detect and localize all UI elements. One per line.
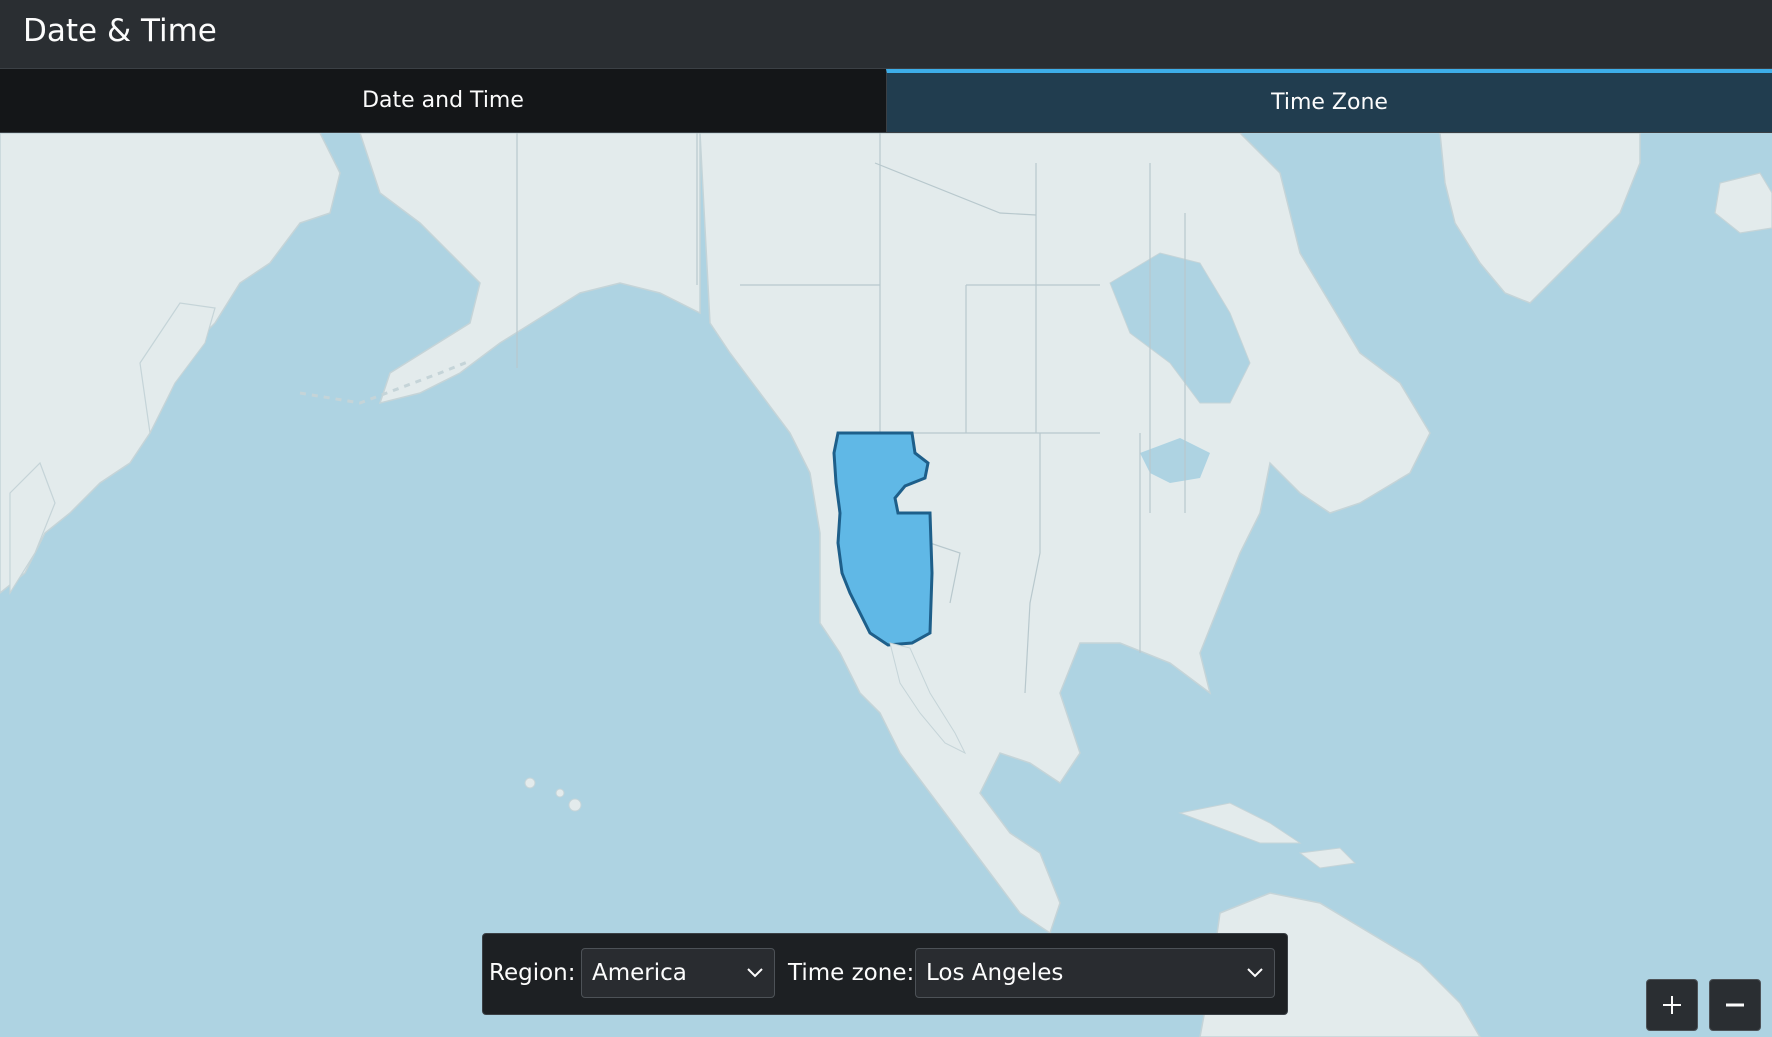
minus-icon xyxy=(1726,1003,1744,1007)
region-combobox[interactable]: America xyxy=(581,948,775,998)
timezone-map[interactable] xyxy=(0,133,1772,1037)
chevron-down-icon xyxy=(747,968,763,978)
chevron-down-icon xyxy=(1247,968,1263,978)
world-map-graphic xyxy=(0,133,1772,1037)
island-hawaii-2 xyxy=(555,788,565,798)
timezone-label: Time zone: xyxy=(788,960,915,986)
land-cuba xyxy=(1178,802,1302,844)
tab-bar: Date and Time Time Zone xyxy=(0,69,1772,134)
tab-time-zone[interactable]: Time Zone xyxy=(886,69,1772,132)
land-alaska xyxy=(359,133,701,405)
land-iceland xyxy=(1714,172,1772,234)
timezone-combobox[interactable]: Los Angeles xyxy=(915,948,1275,998)
land-greenland xyxy=(1439,133,1641,304)
land-hispaniola xyxy=(1298,847,1357,869)
window-title: Date & Time xyxy=(23,13,217,49)
title-bar: Date & Time xyxy=(0,0,1772,69)
zoom-in-button[interactable] xyxy=(1646,979,1698,1031)
land-north-america xyxy=(699,133,1431,935)
island-hawaii-3 xyxy=(568,798,582,812)
timezone-selector-panel: Region: America Time zone: Los Angeles xyxy=(482,933,1288,1015)
region-label: Region: xyxy=(489,960,576,986)
timezone-value: Los Angeles xyxy=(926,960,1064,986)
plus-icon xyxy=(1663,996,1681,1014)
island-hawaii-1 xyxy=(524,777,536,789)
zoom-out-button[interactable] xyxy=(1709,979,1761,1031)
tab-date-and-time[interactable]: Date and Time xyxy=(0,69,886,132)
region-value: America xyxy=(592,960,687,986)
